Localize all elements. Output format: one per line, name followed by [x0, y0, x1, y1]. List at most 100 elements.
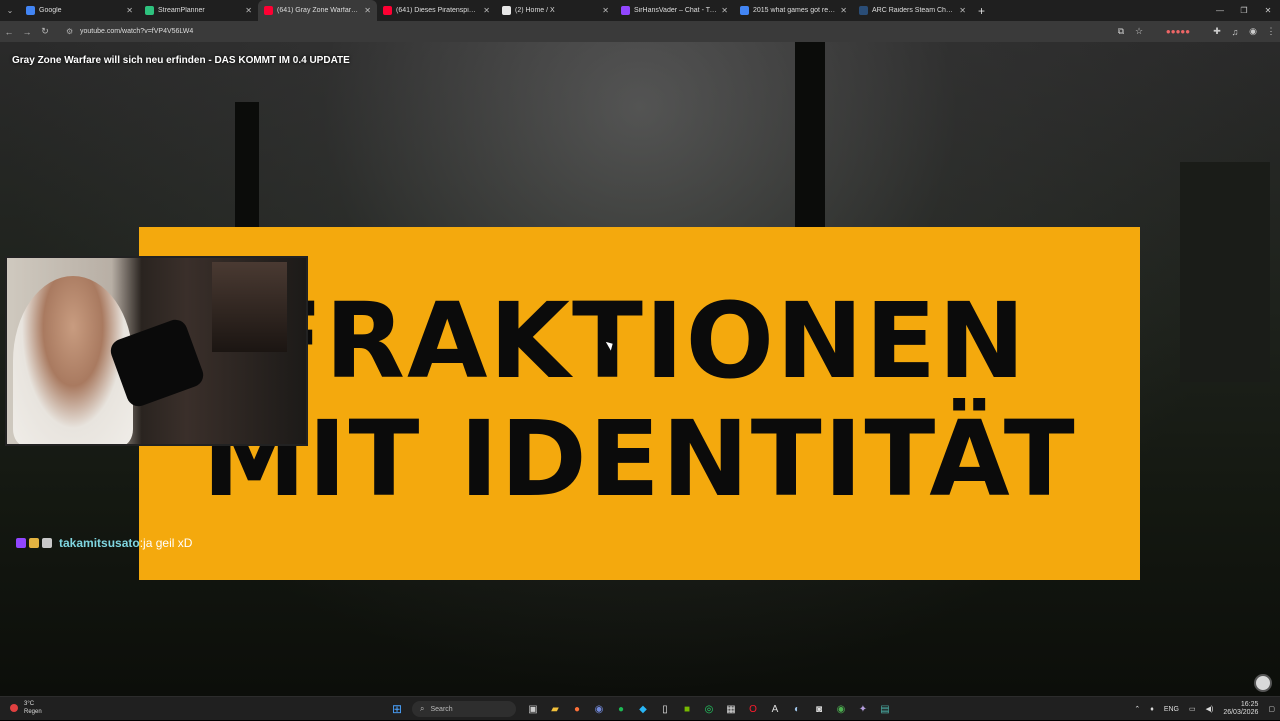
- language-indicator[interactable]: ENG: [1159, 706, 1184, 713]
- forward-icon[interactable]: →: [18, 21, 36, 42]
- streamdeck-icon[interactable]: ▦: [720, 699, 742, 719]
- file-explorer-icon[interactable]: ▰: [544, 699, 566, 719]
- tab-streamplanner[interactable]: StreamPlanner ✕: [139, 0, 258, 21]
- chrome-icon[interactable]: ◉: [830, 699, 852, 719]
- google-favicon-icon: [740, 6, 749, 15]
- close-window-icon[interactable]: ✕: [1256, 0, 1280, 21]
- extensions-cluster-icon[interactable]: ●●●●●: [1148, 21, 1208, 42]
- reload-icon[interactable]: ↻: [36, 21, 54, 42]
- taskbar-apps: ⊞ ⌕ Search ▣ ▰ ● ◉ ● ◆ ▯ ■ ◎ ▦ O A ◐ ◙ ◉…: [388, 699, 896, 719]
- gift-badge-icon: [42, 538, 52, 548]
- volume-icon[interactable]: ◀): [1201, 705, 1219, 713]
- taskbar-search-box[interactable]: ⌕ Search: [412, 701, 516, 717]
- tab-youtube-piratenspiel[interactable]: (641) Dieses Piratenspiel über ✕: [377, 0, 496, 21]
- firefox-icon[interactable]: ●: [566, 699, 588, 719]
- chat-text: ja geil xD: [143, 536, 193, 550]
- wall-poster: [212, 262, 287, 352]
- notepad-icon[interactable]: ▯: [654, 699, 676, 719]
- twitch-badge-icon: [16, 538, 26, 548]
- site-info-icon[interactable]: ⚙: [66, 27, 76, 36]
- toolbar-right: ⧉ ☆ ●●●●● ✚ ♫ ◉ ⋮: [1112, 21, 1280, 42]
- twitch-favicon-icon: [621, 6, 630, 15]
- tab-twitch-chat[interactable]: SirHansVader – Chat - Twitch ✕: [615, 0, 734, 21]
- install-app-icon[interactable]: ⧉: [1112, 21, 1130, 42]
- steam-icon[interactable]: ◐: [786, 699, 808, 719]
- close-tab-icon[interactable]: ✕: [602, 6, 609, 15]
- tree-silhouette: [795, 42, 825, 242]
- obs-icon[interactable]: ◙: [808, 699, 830, 719]
- tab-label: (641) Dieses Piratenspiel über: [396, 7, 479, 14]
- discord-icon[interactable]: ◉: [588, 699, 610, 719]
- close-tab-icon[interactable]: ✕: [840, 6, 847, 15]
- close-tab-icon[interactable]: ✕: [245, 6, 252, 15]
- clock[interactable]: 16:25 26/03/2026: [1218, 701, 1263, 717]
- youtube-favicon-icon: [383, 6, 392, 15]
- video-title: Gray Zone Warfare will sich neu erfinden…: [12, 55, 350, 66]
- app-green-icon[interactable]: ▤: [874, 699, 896, 719]
- minimize-icon[interactable]: —: [1208, 0, 1232, 21]
- google-favicon-icon: [26, 6, 35, 15]
- weather-text-group: 3°C Regen: [24, 700, 42, 716]
- tab-search-menu-icon[interactable]: ⌄: [0, 0, 20, 21]
- microphone-tray-icon[interactable]: ♦: [1145, 706, 1159, 713]
- back-icon[interactable]: ←: [0, 21, 18, 42]
- tab-google[interactable]: Google ✕: [20, 0, 139, 21]
- search-icon: ⌕: [420, 704, 425, 713]
- tab-label: 2015 what games got released: [753, 7, 836, 14]
- close-tab-icon[interactable]: ✕: [721, 6, 728, 15]
- network-icon[interactable]: ▭: [1184, 705, 1201, 713]
- bookmark-star-icon[interactable]: ☆: [1130, 21, 1148, 42]
- streamplanner-favicon-icon: [145, 6, 154, 15]
- url-field[interactable]: ⚙ youtube.com/watch?v=fVP4V56LW4: [58, 23, 1098, 40]
- stream-overlay-logo-icon: [1254, 674, 1272, 692]
- chat-message: takamitsusato : ja geil xD: [16, 536, 192, 550]
- app-a-icon[interactable]: A: [764, 699, 786, 719]
- opera-icon[interactable]: O: [742, 699, 764, 719]
- browser-menu-icon[interactable]: ⋮: [1262, 21, 1280, 42]
- video-player[interactable]: Gray Zone Warfare will sich neu erfinden…: [0, 42, 1280, 696]
- clock-time: 16:25: [1240, 701, 1259, 708]
- spotify-icon[interactable]: ●: [610, 699, 632, 719]
- windows-taskbar: 3°C Regen ⊞ ⌕ Search ▣ ▰ ● ◉ ● ◆ ▯ ■ ◎ ▦…: [0, 696, 1280, 720]
- window-controls: — ❐ ✕: [1208, 0, 1280, 21]
- webcam-overlay: [5, 256, 308, 446]
- gamepad-icon[interactable]: ✦: [852, 699, 874, 719]
- profile-avatar-icon[interactable]: ◉: [1244, 21, 1262, 42]
- tab-steam-charts[interactable]: ARC Raiders Steam Charts - Ste ✕: [853, 0, 972, 21]
- tab-x-home[interactable]: (2) Home / X ✕: [496, 0, 615, 21]
- windows-start-icon[interactable]: ⊞: [388, 700, 406, 718]
- media-control-icon[interactable]: ♫: [1226, 21, 1244, 42]
- app-cyan-icon[interactable]: ◆: [632, 699, 654, 719]
- weather-icon: [10, 704, 18, 712]
- tab-youtube-gray-zone[interactable]: (641) Gray Zone Warfare will si ✕: [258, 0, 377, 21]
- tab-bar: ⌄ Google ✕ StreamPlanner ✕ (641) Gray Zo…: [0, 0, 1280, 21]
- nvidia-icon[interactable]: ■: [676, 699, 698, 719]
- close-tab-icon[interactable]: ✕: [959, 6, 966, 15]
- weather-widget[interactable]: 3°C Regen: [10, 700, 42, 716]
- clock-date: 26/03/2026: [1223, 709, 1259, 716]
- tree-silhouette: [1180, 162, 1270, 382]
- notification-icon[interactable]: ▢: [1263, 705, 1280, 713]
- restore-icon[interactable]: ❐: [1232, 0, 1256, 21]
- address-bar-row: ← → ↻ ⚙ youtube.com/watch?v=fVP4V56LW4 ⧉…: [0, 21, 1280, 42]
- extensions-puzzle-icon[interactable]: ✚: [1208, 21, 1226, 42]
- url-text: youtube.com/watch?v=fVP4V56LW4: [80, 28, 194, 35]
- weather-temp: 3°C: [24, 701, 35, 707]
- steamcharts-favicon-icon: [859, 6, 868, 15]
- whatsapp-icon[interactable]: ◎: [698, 699, 720, 719]
- task-view-icon[interactable]: ▣: [522, 699, 544, 719]
- tab-label: SirHansVader – Chat - Twitch: [634, 7, 718, 14]
- tab-label: Google: [39, 7, 62, 14]
- tray-overflow-icon[interactable]: ⌃: [1129, 705, 1145, 713]
- close-tab-icon[interactable]: ✕: [364, 6, 371, 15]
- tab-label: StreamPlanner: [158, 7, 205, 14]
- tab-google-search[interactable]: 2015 what games got released ✕: [734, 0, 853, 21]
- youtube-favicon-icon: [264, 6, 273, 15]
- new-tab-button[interactable]: +: [978, 4, 985, 18]
- tab-label: ARC Raiders Steam Charts - Ste: [872, 7, 955, 14]
- close-tab-icon[interactable]: ✕: [483, 6, 490, 15]
- chat-username: takamitsusato: [59, 536, 140, 550]
- sword-badge-icon: [29, 538, 39, 548]
- search-placeholder: Search: [430, 705, 453, 713]
- close-tab-icon[interactable]: ✕: [126, 6, 133, 15]
